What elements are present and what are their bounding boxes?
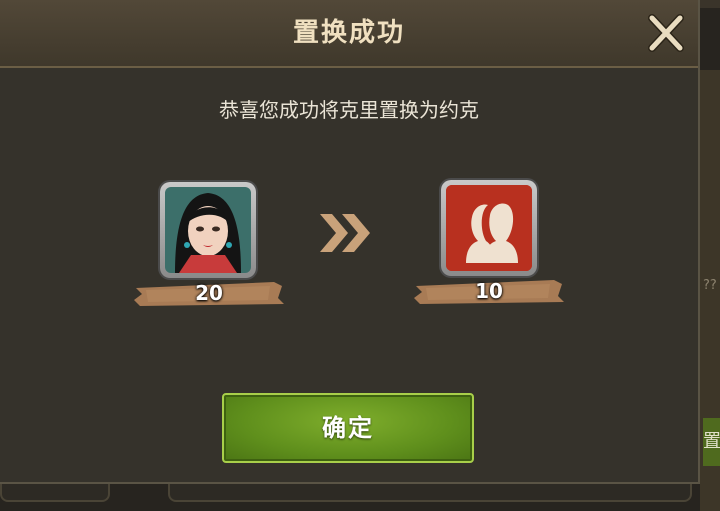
target-count: 10 xyxy=(475,279,503,303)
target-hero-card xyxy=(441,180,537,276)
dialog-title: 置换成功 xyxy=(292,18,405,48)
background-hint-text: ?? xyxy=(703,278,717,293)
double-chevron-right-icon xyxy=(318,210,376,256)
game-screen: ?? 置 置换成功 恭喜您成功将克里置换为约克 20 10 确定 xyxy=(0,0,720,511)
dialog-title-bar: 置换成功 xyxy=(0,0,698,68)
close-icon xyxy=(648,14,684,52)
target-count-banner: 10 xyxy=(414,276,564,306)
source-count-banner: 20 xyxy=(134,278,284,308)
close-button[interactable] xyxy=(640,8,692,58)
confirm-button-label: 确定 xyxy=(322,414,374,442)
hero-silhouette-icon xyxy=(446,185,532,271)
hero-portrait xyxy=(165,187,251,273)
success-message: 恭喜您成功将克里置换为约克 xyxy=(219,98,479,122)
background-action-button: 置 xyxy=(703,418,720,466)
source-count: 20 xyxy=(195,281,223,305)
confirm-button[interactable]: 确定 xyxy=(222,393,474,463)
source-hero-card xyxy=(160,182,256,278)
swap-success-dialog: 置换成功 恭喜您成功将克里置换为约克 20 10 确定 xyxy=(0,0,700,484)
